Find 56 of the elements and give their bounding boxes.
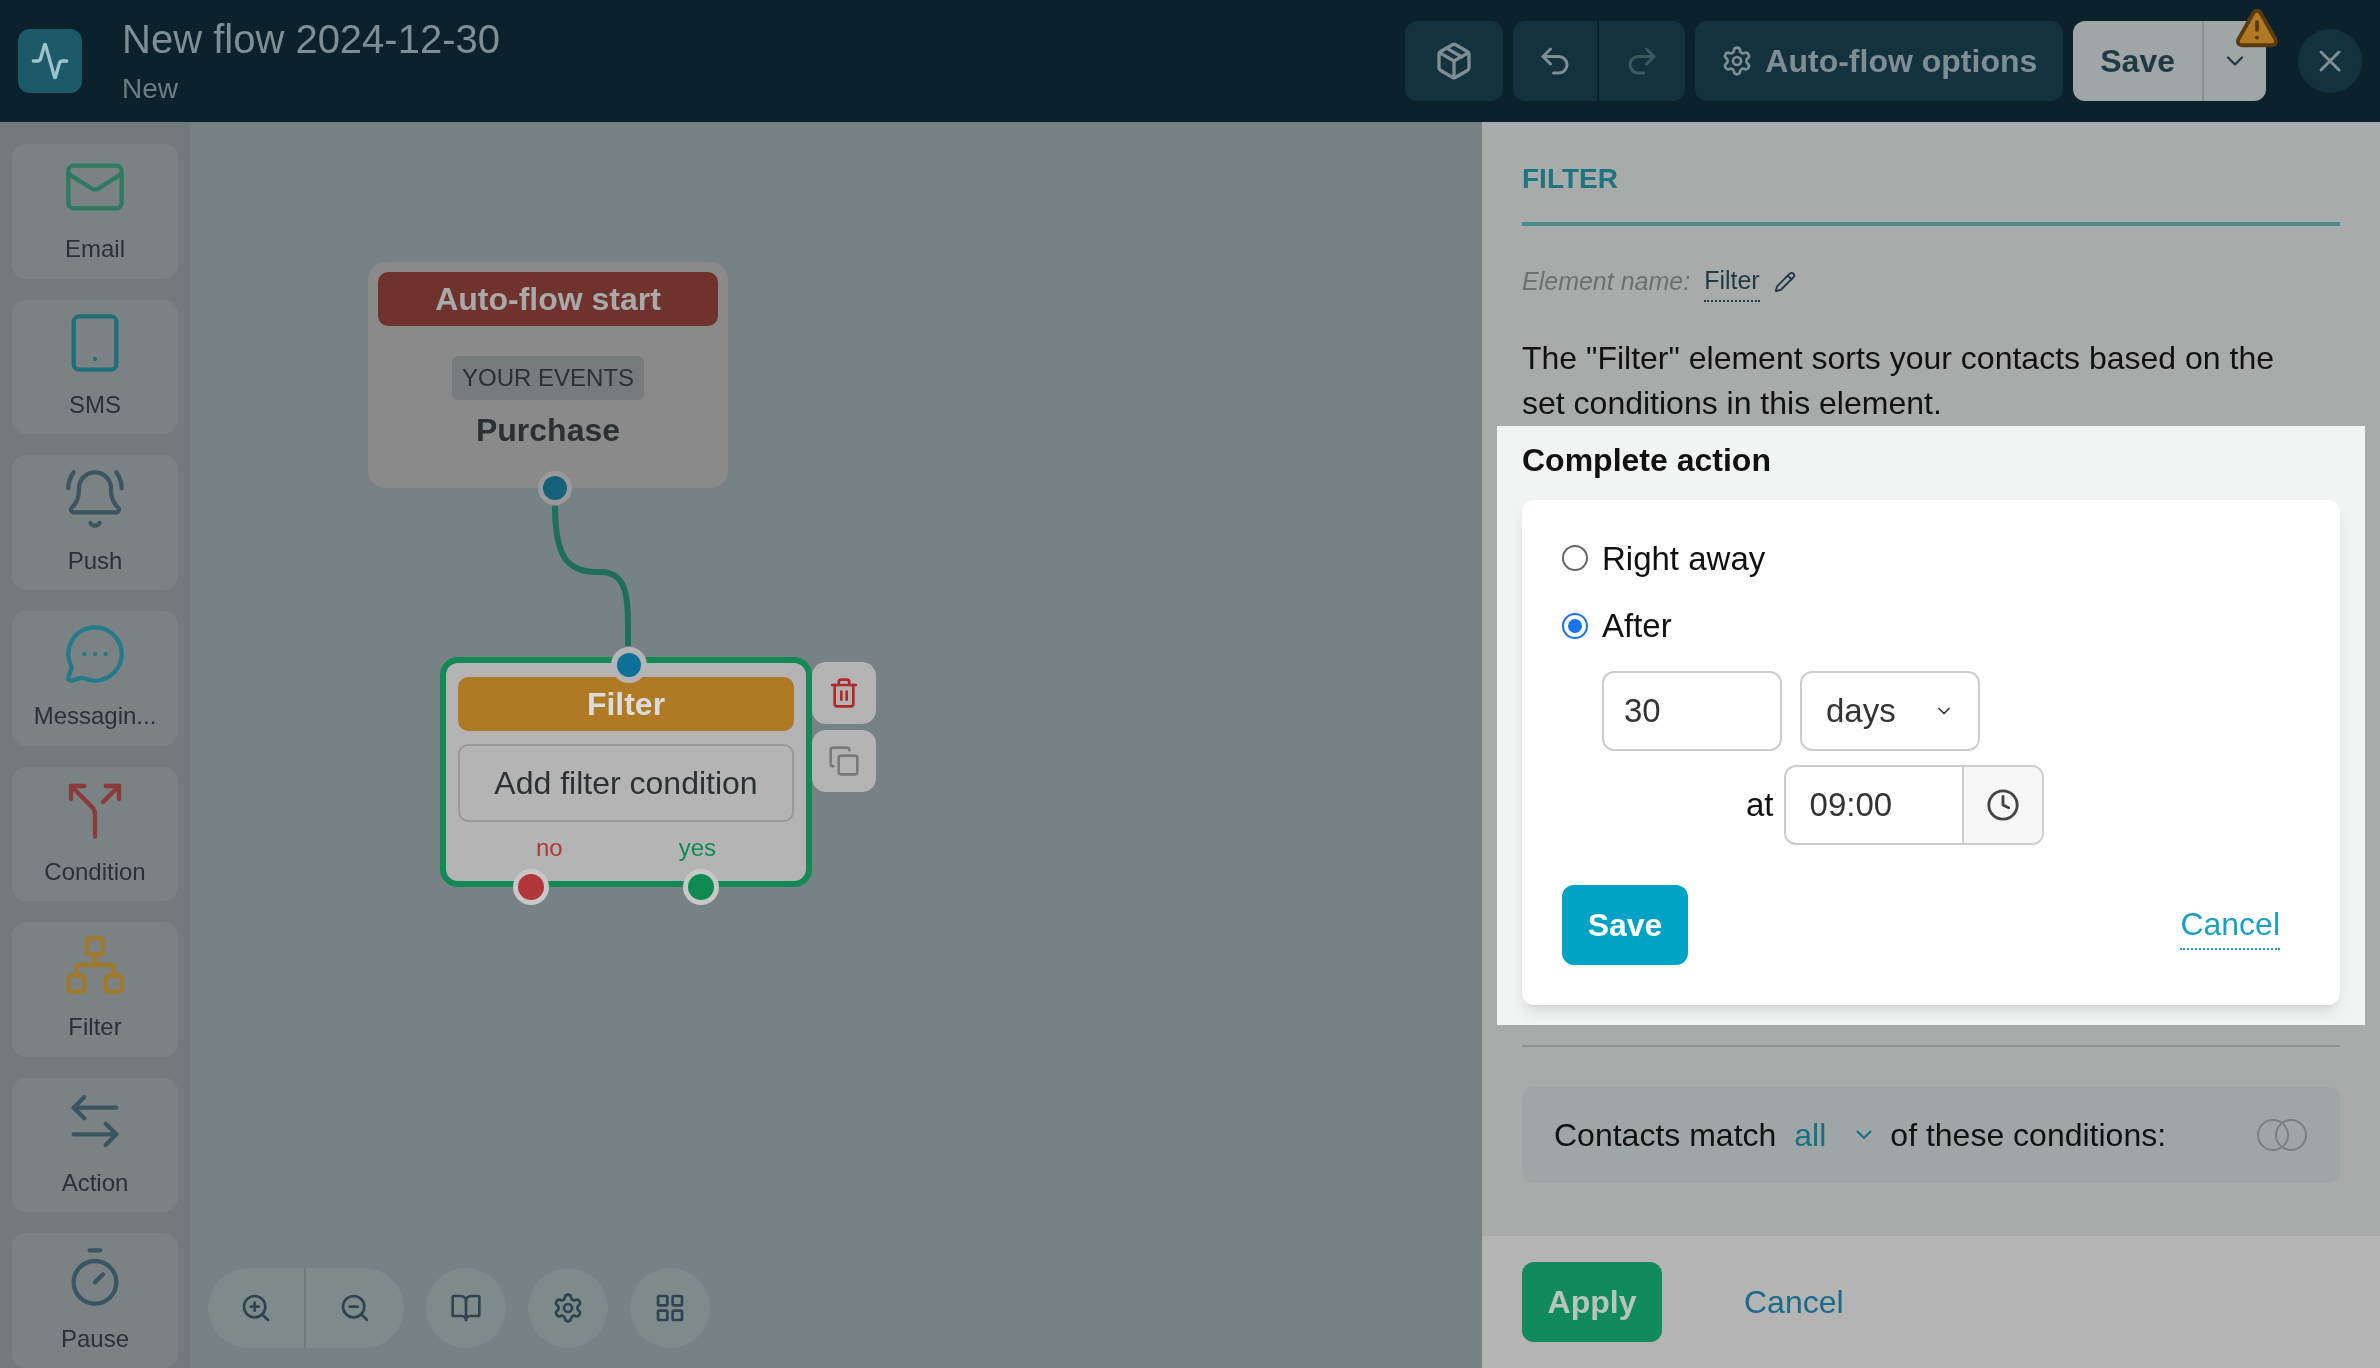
cancel-link[interactable]: Cancel [2180, 899, 2280, 950]
clock-icon [1985, 787, 2020, 822]
trash-icon [828, 677, 860, 709]
at-label: at [1746, 784, 1774, 825]
filter-node[interactable]: Filter Add filter condition no yes [440, 657, 812, 887]
filter-node-title: Filter [458, 677, 794, 731]
caret-icon [1856, 1130, 1873, 1139]
auto-flow-options-button[interactable]: Auto-flow options [1695, 21, 2064, 101]
zoom-in-icon [240, 1292, 272, 1324]
match-prefix: Contacts match [1554, 1115, 1777, 1155]
amount-field[interactable]: 30 [1602, 670, 1782, 751]
branch-label: no [536, 833, 563, 863]
pencil-icon[interactable] [1773, 270, 1796, 293]
book-icon [450, 1292, 482, 1324]
save-button[interactable]: Save [1562, 884, 1688, 965]
overlap-circles-icon[interactable] [2256, 1117, 2308, 1152]
output-port-icon[interactable] [538, 471, 572, 505]
start-node-title: Auto-flow start [378, 272, 718, 326]
start-node[interactable]: Auto-flow start YOUR EVENTS Purchase [368, 262, 728, 488]
event-name: Purchase [475, 411, 621, 450]
zoom-out-icon [339, 1292, 371, 1324]
apply-button[interactable]: Apply [1522, 1262, 1662, 1342]
grid-icon [654, 1292, 686, 1324]
flow-status: New [122, 75, 179, 103]
panel-heading: FILTER [1522, 158, 2340, 226]
complete-action-title: Complete action [1522, 440, 1772, 480]
element-description: The "Filter" element sorts your contacts based on the set conditions in this element. [1522, 338, 2275, 423]
match-suffix: of these conditions: [1890, 1115, 2167, 1155]
radio-option[interactable]: Right away [1562, 533, 2300, 583]
output-port-icon[interactable] [513, 869, 549, 905]
unit-select[interactable]: days [1800, 670, 1980, 751]
output-port-icon[interactable] [683, 869, 719, 905]
palette-item[interactable]: Pause [12, 1233, 178, 1368]
time-field[interactable]: 09:00 [1783, 764, 2044, 845]
event-tag: YOUR EVENTS [452, 356, 644, 400]
palette-item[interactable]: Action [12, 1077, 178, 1213]
delete-button[interactable] [812, 662, 876, 724]
palette-item[interactable]: SMS [12, 299, 178, 435]
branch-label: yes [678, 833, 716, 863]
palette-item[interactable]: Messagin... [12, 610, 178, 746]
flow-title: New flow 2024-12-30 [122, 19, 500, 59]
match-mode-select[interactable]: all [1794, 1110, 1873, 1159]
cancel-button[interactable]: Cancel [1744, 1278, 1844, 1326]
palette-item[interactable]: Email [12, 144, 178, 279]
app-logo-icon[interactable] [18, 29, 82, 93]
element-name-label: Element name: [1522, 266, 1691, 297]
palette-item[interactable]: Condition [12, 766, 178, 902]
element-name-value[interactable]: Filter [1704, 262, 1760, 302]
copy-icon [828, 745, 860, 777]
palette-item[interactable]: Push [12, 455, 178, 590]
duplicate-button[interactable] [812, 730, 876, 792]
add-filter-condition-button[interactable]: Add filter condition [458, 744, 794, 822]
templates-button[interactable] [1405, 21, 1504, 101]
gear-icon [552, 1292, 584, 1324]
palette-item[interactable]: Filter [12, 922, 178, 1057]
radio-option[interactable]: After [1562, 601, 2300, 651]
